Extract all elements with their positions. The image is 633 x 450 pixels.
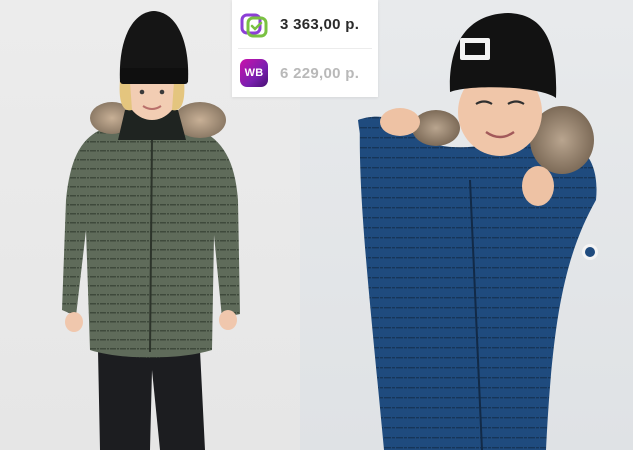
megamarket-price: 3 363,00 р. — [280, 15, 360, 33]
price-comparison-card: 3 363,00 р. WB 6 229,00 р. — [232, 0, 378, 97]
wildberries-price-row[interactable]: WB 6 229,00 р. — [232, 49, 378, 97]
product-comparison-image: 3 363,00 р. WB 6 229,00 р. — [0, 0, 633, 450]
wildberries-price: 6 229,00 р. — [280, 64, 360, 82]
megamarket-price-row[interactable]: 3 363,00 р. — [232, 0, 378, 48]
megamarket-logo-icon — [240, 13, 268, 38]
wildberries-logo-icon: WB — [240, 59, 268, 87]
wildberries-logo-text: WB — [244, 67, 264, 79]
